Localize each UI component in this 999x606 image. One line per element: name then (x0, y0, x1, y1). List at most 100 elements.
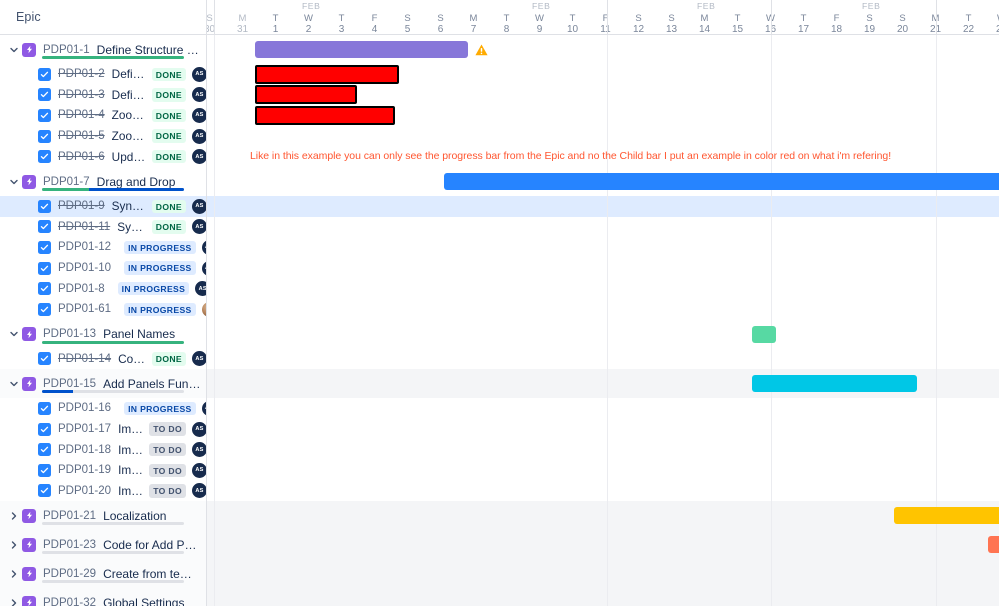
status-badge[interactable]: DONE (151, 129, 186, 143)
bar-epic-pdp01-1[interactable] (255, 41, 468, 58)
issue-key[interactable]: PDP01-61 (58, 303, 111, 315)
issue-summary[interactable]: Code for Add Panel (103, 538, 201, 552)
status-badge[interactable]: DONE (151, 88, 186, 102)
avatar[interactable]: AS (192, 149, 206, 165)
issue-key[interactable]: PDP01-11 (58, 221, 110, 233)
issue-summary[interactable]: Define Structure / Child Pane... (97, 43, 201, 57)
timeline-row[interactable] (207, 501, 999, 531)
issue-key[interactable]: PDP01-3 (58, 89, 105, 101)
issue-key[interactable]: PDP01-14 (58, 353, 111, 365)
status-badge[interactable]: DONE (151, 108, 186, 123)
status-badge[interactable]: DONE (151, 352, 186, 366)
chevron-down-icon[interactable] (6, 330, 22, 338)
epic-row[interactable]: PDP01-29 Create from template (0, 559, 206, 589)
status-badge[interactable]: DONE (151, 199, 186, 213)
issue-summary[interactable]: Sync Child Pa... (112, 199, 146, 213)
child-issue-row[interactable]: PDP01-61SampleIN PROGRESS (0, 299, 206, 320)
timeline-row[interactable] (207, 257, 999, 279)
issue-key[interactable]: PDP01-18 (58, 444, 111, 456)
status-badge[interactable]: TO DO (149, 463, 186, 477)
epic-row[interactable]: PDP01-23 Code for Add Panel (0, 530, 206, 560)
chevron-down-icon[interactable] (6, 178, 22, 186)
epic-row[interactable]: PDP01-15 Add Panels Functions (0, 369, 206, 399)
warning-icon[interactable] (474, 43, 488, 57)
avatar[interactable]: AS (192, 442, 206, 458)
issue-key[interactable]: PDP01-20 (58, 485, 111, 497)
issue-summary[interactable]: Panel Names (103, 327, 175, 341)
child-issue-row[interactable]: PDP01-19 Implement r... TO DO AS (0, 460, 206, 481)
issue-summary[interactable]: Create from template (103, 567, 201, 581)
issue-key[interactable]: PDP01-13 (43, 328, 96, 340)
bar-epic-pdp01-13[interactable] (752, 325, 776, 343)
avatar[interactable]: AS (192, 66, 206, 82)
issue-key[interactable]: PDP01-1 (43, 44, 90, 56)
child-issue-row[interactable]: PDP01-9 Sync Child Pa... DONE AS (0, 196, 206, 217)
status-badge[interactable]: IN PROGRESS (124, 401, 196, 416)
child-issue-row[interactable]: PDP01-12Make...IN PROGRESSAS (0, 237, 206, 258)
bar-example-red-3[interactable] (255, 106, 395, 125)
child-issue-row[interactable]: PDP01-3 Define zoom i... DONE AS (0, 84, 206, 106)
status-badge[interactable]: IN PROGRESS (117, 282, 190, 296)
timeline-row[interactable] (207, 237, 999, 258)
issue-key[interactable]: PDP01-15 (43, 378, 96, 390)
status-badge[interactable]: TO DO (149, 443, 186, 457)
issue-summary[interactable]: Drag and Drop (97, 175, 176, 189)
issue-summary[interactable]: Add Panels Functions (103, 377, 201, 391)
timeline-row[interactable] (207, 398, 999, 419)
timeline-row[interactable] (207, 460, 999, 481)
child-issue-row[interactable]: PDP01-5 Zoom in/out ... DONE AS (0, 125, 206, 147)
child-issue-row[interactable]: PDP01-16Imple...IN PROGRESSAS (0, 398, 206, 419)
issue-summary[interactable]: Code for ren... (118, 352, 146, 366)
epic-row[interactable]: PDP01-7 Drag and Drop (0, 167, 206, 196)
epic-row[interactable]: PDP01-32 Global Settings (0, 588, 206, 606)
issue-key[interactable]: PDP01-4 (58, 109, 105, 121)
issue-key[interactable]: PDP01-9 (58, 200, 105, 212)
issue-summary[interactable]: Implement r... (118, 463, 143, 477)
chevron-right-icon[interactable] (6, 511, 22, 520)
issue-key[interactable]: PDP01-17 (58, 423, 111, 435)
avatar[interactable]: AS (192, 421, 206, 437)
avatar[interactable]: AS (192, 462, 206, 478)
child-issue-row[interactable]: PDP01-20 Implement r... TO DO AS (0, 480, 206, 502)
chevron-down-icon[interactable] (6, 46, 22, 54)
issue-summary[interactable]: Sync Child P... (117, 220, 146, 234)
issue-key[interactable]: PDP01-5 (58, 130, 105, 142)
status-badge[interactable]: IN PROGRESS (124, 240, 196, 255)
issue-key[interactable]: PDP01-2 (58, 68, 105, 80)
timeline-row[interactable] (207, 196, 999, 217)
bar-epic-pdp01-21[interactable] (894, 507, 999, 525)
issue-key[interactable]: PDP01-6 (58, 151, 105, 163)
issue-summary[interactable]: Define elastic... (112, 67, 146, 81)
issue-summary[interactable]: Global Settings (103, 596, 184, 606)
epic-row[interactable]: PDP01-13 Panel Names (0, 319, 206, 349)
avatar[interactable]: AS (195, 281, 206, 297)
bar-epic-pdp01-23[interactable] (988, 536, 999, 554)
chevron-right-icon[interactable] (6, 598, 22, 606)
timeline-row[interactable] (207, 299, 999, 320)
child-issue-row[interactable]: PDP01-17 Implement r... TO DO AS (0, 418, 206, 440)
epic-row[interactable]: PDP01-21 Localization (0, 501, 206, 531)
issue-key[interactable]: PDP01-23 (43, 539, 96, 551)
timeline-row[interactable] (207, 216, 999, 238)
issue-summary[interactable]: Define zoom i... (112, 88, 146, 102)
child-issue-row[interactable]: PDP01-2 Define elastic... DONE AS (0, 64, 206, 85)
timeline-row[interactable] (207, 418, 999, 440)
avatar[interactable]: AS (192, 107, 206, 123)
status-badge[interactable]: IN PROGRESS (124, 261, 196, 275)
issue-summary[interactable]: Zoom in/out 1... (112, 108, 146, 122)
timeline-row[interactable] (207, 480, 999, 502)
timeline-row[interactable] (207, 559, 999, 589)
child-issue-row[interactable]: PDP01-11 Sync Child P... DONE AS (0, 216, 206, 238)
timeline-row[interactable] (207, 319, 999, 349)
bar-epic-pdp01-7[interactable] (444, 173, 999, 190)
child-issue-row[interactable]: PDP01-8Drag a...IN PROGRESSAS (0, 278, 206, 299)
child-issue-row[interactable]: PDP01-6 Update struc... DONE AS (0, 146, 206, 167)
child-issue-row[interactable]: PDP01-18 Implement r... TO DO AS (0, 439, 206, 460)
issue-key[interactable]: PDP01-16 (58, 402, 111, 414)
issue-key[interactable]: PDP01-7 (43, 176, 90, 188)
issue-key[interactable]: PDP01-12 (58, 241, 111, 253)
issue-summary[interactable]: Update struc... (112, 150, 146, 164)
status-badge[interactable]: DONE (151, 220, 186, 234)
chevron-down-icon[interactable] (6, 380, 22, 388)
avatar[interactable]: AS (192, 219, 206, 235)
